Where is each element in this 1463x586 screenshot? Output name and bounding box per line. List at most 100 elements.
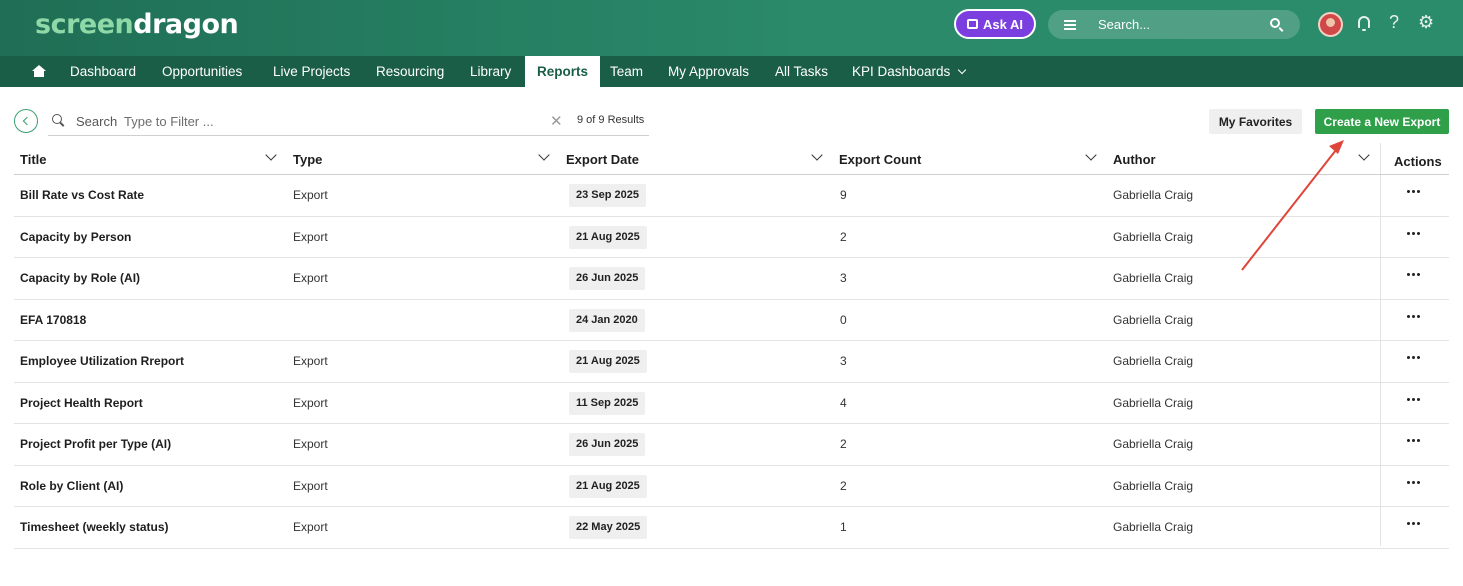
my-favorites-button[interactable]: My Favorites (1209, 109, 1302, 134)
row-type: Export (293, 520, 328, 534)
nav-resourcing[interactable]: Resourcing (365, 56, 455, 87)
row-title[interactable]: Employee Utilization Rreport (20, 354, 184, 368)
nav-reports[interactable]: Reports (525, 56, 600, 87)
global-search-input[interactable]: Search... (1048, 10, 1300, 39)
main-nav: Dashboard Opportunities Live Projects Re… (0, 56, 1463, 87)
menu-icon[interactable] (1064, 19, 1076, 30)
nav-live-projects[interactable]: Live Projects (262, 56, 361, 87)
home-icon[interactable] (32, 65, 46, 77)
exports-table: Title Type Export Date Export Count Auth… (14, 143, 1449, 549)
row-export-date: 22 May 2025 (569, 516, 648, 539)
chevron-down-icon[interactable] (1085, 149, 1097, 161)
row-author: Gabriella Craig (1113, 312, 1194, 327)
more-actions-icon[interactable] (1407, 190, 1420, 193)
chevron-down-icon[interactable] (811, 149, 823, 161)
nav-my-approvals[interactable]: My Approvals (657, 56, 760, 87)
table-header: Title Type Export Date Export Count Auth… (14, 143, 1449, 175)
row-export-date: 23 Sep 2025 (569, 184, 646, 207)
nav-all-tasks[interactable]: All Tasks (764, 56, 839, 87)
ask-ai-button[interactable]: Ask AI (954, 9, 1036, 39)
table-row[interactable]: Employee Utilization Rreport Export 21 A… (14, 341, 1449, 383)
table-row[interactable]: Project Health Report Export 11 Sep 2025… (14, 383, 1449, 424)
nav-team[interactable]: Team (599, 56, 654, 87)
row-title[interactable]: Capacity by Person (20, 230, 131, 244)
row-export-count: 2 (840, 478, 847, 493)
column-header-type[interactable]: Type (293, 152, 322, 167)
row-export-count: 4 (840, 395, 847, 410)
clear-icon[interactable]: ✕ (550, 112, 563, 130)
nav-opportunities[interactable]: Opportunities (151, 56, 253, 87)
table-row[interactable]: Capacity by Person Export 21 Aug 2025 2 … (14, 217, 1449, 258)
nav-dashboard[interactable]: Dashboard (59, 56, 147, 87)
more-actions-icon[interactable] (1407, 231, 1420, 235)
row-author: Gabriella Craig (1113, 520, 1194, 534)
row-export-date: 26 Jun 2025 (569, 433, 646, 456)
more-actions-icon[interactable] (1407, 439, 1420, 442)
row-type: Export (293, 229, 328, 244)
chevron-down-icon[interactable] (1358, 149, 1370, 161)
search-icon (52, 114, 62, 124)
row-author: Gabriella Craig (1113, 354, 1194, 368)
row-export-date: 21 Aug 2025 (569, 225, 647, 249)
chevron-down-icon (958, 65, 967, 75)
chevron-left-icon (22, 116, 32, 126)
row-export-count: 2 (840, 229, 847, 244)
nav-kpi-dashboards[interactable]: KPI Dashboards (841, 56, 976, 87)
filter-label: Search (76, 114, 118, 129)
column-header-title[interactable]: Title (20, 152, 47, 167)
column-header-author[interactable]: Author (1113, 152, 1156, 167)
chat-icon (967, 19, 978, 29)
search-icon[interactable] (1270, 18, 1280, 28)
row-export-count: 1 (840, 520, 847, 534)
back-button[interactable] (14, 109, 38, 133)
row-title[interactable]: EFA 170818 (20, 313, 86, 327)
help-icon[interactable]: ? (1389, 12, 1399, 33)
top-header: screendragon Ask AI Search... ? ⚙ (0, 0, 1463, 56)
column-header-export-date[interactable]: Export Date (566, 152, 639, 167)
chevron-down-icon[interactable] (265, 149, 277, 161)
more-actions-icon[interactable] (1407, 522, 1420, 525)
row-author: Gabriella Craig (1113, 229, 1194, 244)
filter-bar: Search Type to Filter ... ✕ 9 of 9 Resul… (48, 107, 649, 136)
more-actions-icon[interactable] (1407, 273, 1420, 276)
table-row[interactable]: Project Profit per Type (AI) Export 26 J… (14, 424, 1449, 466)
row-author: Gabriella Craig (1113, 271, 1194, 285)
row-export-date: 21 Aug 2025 (569, 474, 647, 498)
more-actions-icon[interactable] (1407, 397, 1420, 401)
table-row[interactable]: EFA 170818 24 Jan 2020 0 Gabriella Craig (14, 300, 1449, 341)
ask-ai-label: Ask AI (983, 16, 1023, 32)
row-title[interactable]: Capacity by Role (AI) (20, 271, 140, 285)
row-type: Export (293, 271, 328, 285)
row-title[interactable]: Role by Client (AI) (20, 479, 123, 493)
column-header-export-count[interactable]: Export Count (839, 152, 921, 167)
more-actions-icon[interactable] (1407, 314, 1420, 318)
chevron-down-icon[interactable] (538, 149, 550, 161)
row-export-count: 2 (840, 437, 847, 451)
table-row[interactable]: Timesheet (weekly status) Export 22 May … (14, 507, 1449, 549)
table-row[interactable]: Bill Rate vs Cost Rate Export 23 Sep 202… (14, 175, 1449, 217)
row-title[interactable]: Timesheet (weekly status) (20, 520, 169, 534)
row-type: Export (293, 478, 328, 493)
table-row[interactable]: Role by Client (AI) Export 21 Aug 2025 2… (14, 466, 1449, 507)
row-export-count: 3 (840, 271, 847, 285)
row-author: Gabriella Craig (1113, 478, 1194, 493)
gear-icon[interactable]: ⚙ (1418, 12, 1434, 33)
row-author: Gabriella Craig (1113, 395, 1194, 410)
row-title[interactable]: Project Profit per Type (AI) (20, 437, 171, 451)
row-title[interactable]: Project Health Report (20, 396, 143, 410)
bell-icon[interactable] (1357, 15, 1371, 31)
row-export-date: 24 Jan 2020 (569, 308, 645, 332)
more-actions-icon[interactable] (1407, 480, 1420, 484)
row-export-count: 0 (840, 312, 847, 327)
row-export-count: 9 (840, 188, 847, 202)
row-title[interactable]: Bill Rate vs Cost Rate (20, 188, 144, 202)
user-avatar[interactable] (1318, 12, 1343, 37)
filter-input[interactable]: Type to Filter ... (124, 114, 214, 129)
row-author: Gabriella Craig (1113, 188, 1194, 202)
brand-logo[interactable]: screendragon (35, 9, 239, 40)
more-actions-icon[interactable] (1407, 356, 1420, 359)
nav-library[interactable]: Library (459, 56, 522, 87)
row-type: Export (293, 437, 328, 451)
create-new-export-button[interactable]: Create a New Export (1315, 109, 1449, 134)
table-row[interactable]: Capacity by Role (AI) Export 26 Jun 2025… (14, 258, 1449, 300)
